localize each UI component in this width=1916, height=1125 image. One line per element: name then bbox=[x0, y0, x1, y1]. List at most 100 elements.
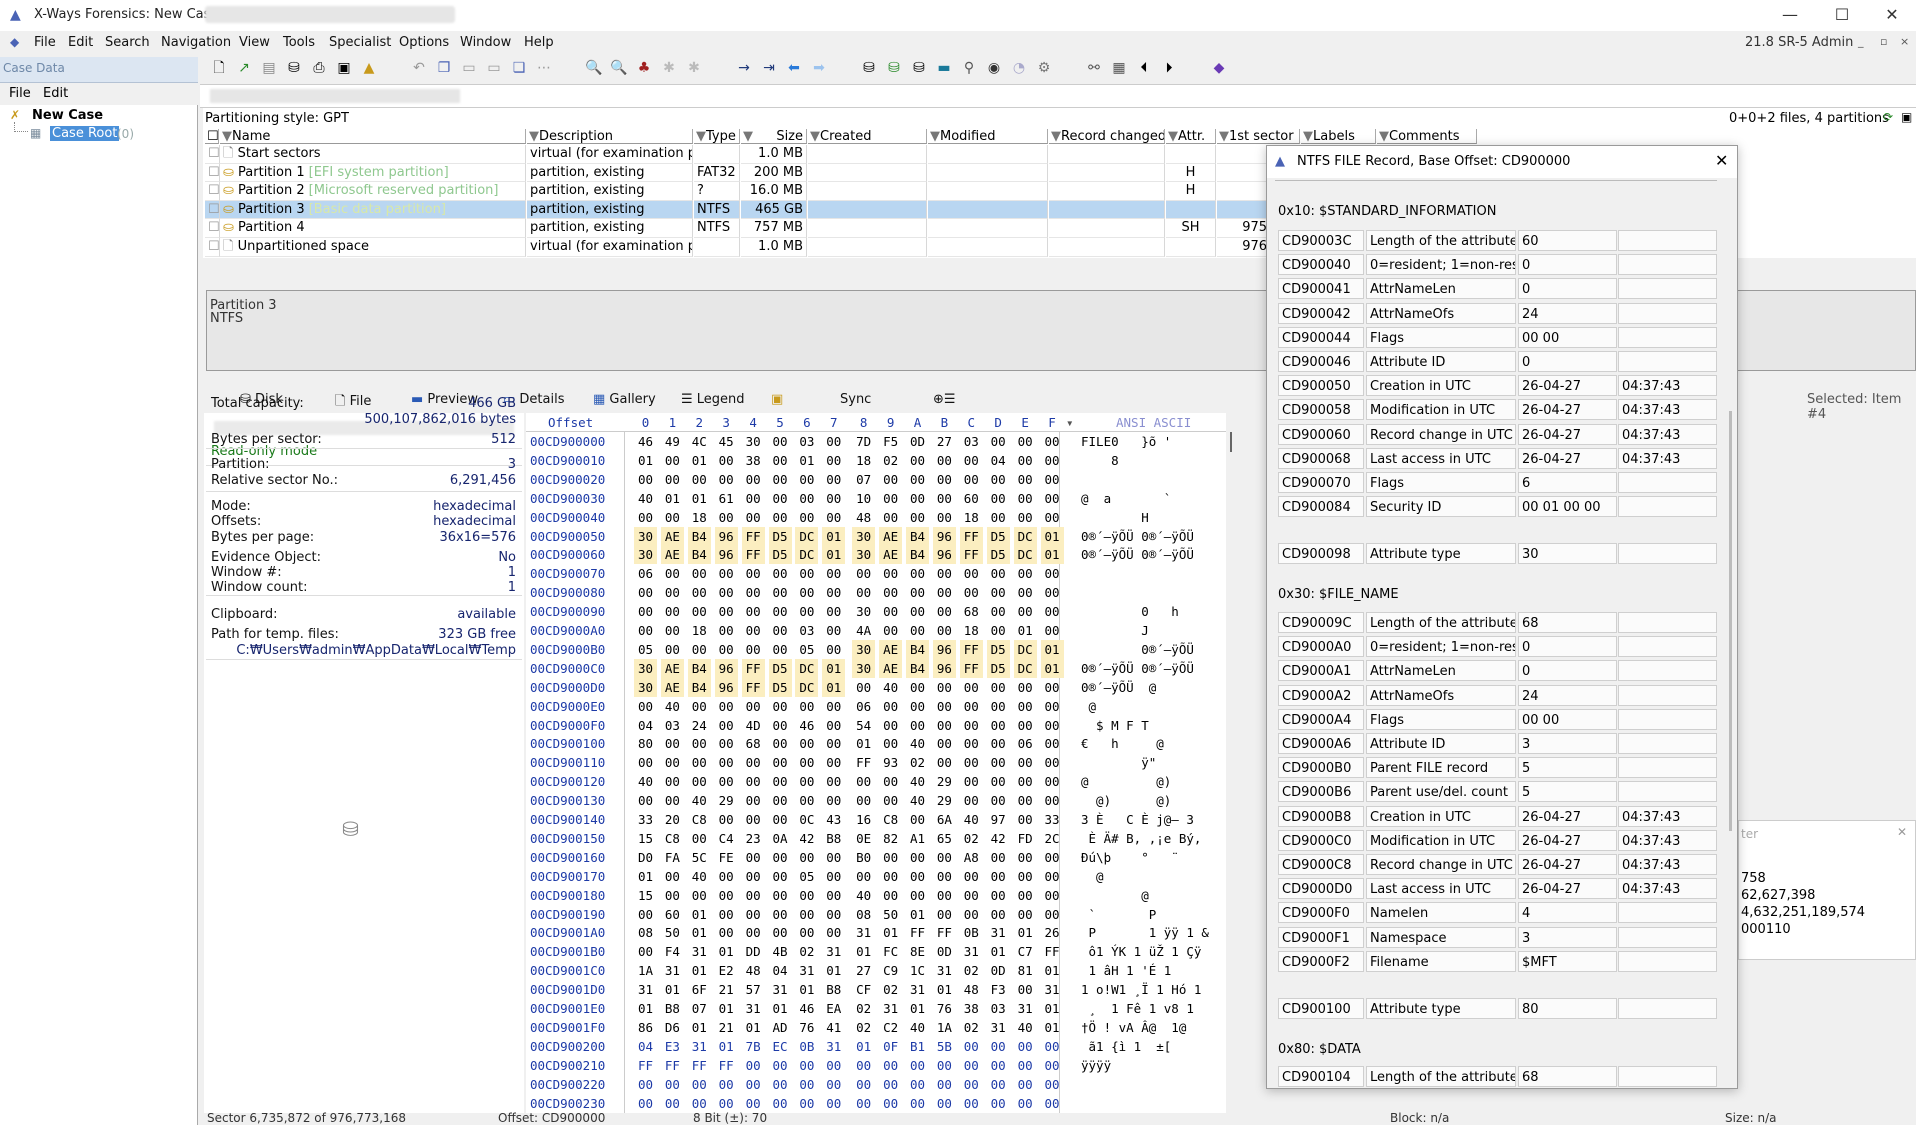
behind-panel-close-icon[interactable]: ✕ bbox=[1897, 825, 1907, 839]
hex-byte[interactable]: 76 bbox=[795, 1018, 818, 1037]
hex-byte[interactable]: D5 bbox=[986, 658, 1010, 678]
hex-byte[interactable]: 00 bbox=[1041, 791, 1064, 810]
hex-byte[interactable]: 00 bbox=[634, 602, 657, 621]
hex-byte[interactable]: 00 bbox=[960, 678, 983, 697]
hex-byte[interactable]: 96 bbox=[932, 526, 956, 546]
hex-byte[interactable]: 31 bbox=[987, 1018, 1010, 1037]
hex-byte[interactable]: 48 bbox=[742, 961, 765, 980]
find-text-icon[interactable]: 🔍 bbox=[585, 59, 603, 77]
paste-icon[interactable]: ▭ bbox=[460, 59, 478, 77]
hex-byte[interactable]: DC bbox=[795, 545, 819, 565]
hex-byte[interactable]: 60 bbox=[661, 905, 684, 924]
hex-byte[interactable]: 00 bbox=[879, 1056, 902, 1075]
hex-byte[interactable]: 00 bbox=[769, 489, 792, 508]
hex-byte[interactable]: 00 bbox=[661, 621, 684, 640]
hex-byte[interactable]: 00 bbox=[769, 1094, 792, 1113]
hex-byte[interactable]: 00 bbox=[688, 697, 711, 716]
hex-byte[interactable]: 00 bbox=[742, 905, 765, 924]
hex-byte[interactable]: 40 bbox=[906, 1018, 929, 1037]
hex-byte[interactable]: 00 bbox=[1014, 753, 1037, 772]
hex-byte[interactable]: 01 bbox=[906, 999, 929, 1018]
col-name[interactable]: ▼Name bbox=[220, 129, 526, 144]
hex-byte[interactable]: 01 bbox=[1041, 1018, 1064, 1037]
magnifier-icon[interactable]: ⚲ bbox=[960, 59, 978, 77]
hex-byte[interactable]: 00 bbox=[715, 905, 738, 924]
hex-byte[interactable]: 29 bbox=[933, 772, 956, 791]
hex-byte[interactable]: 00 bbox=[688, 886, 711, 905]
hex-byte[interactable]: 00 bbox=[795, 848, 818, 867]
hex-byte[interactable]: 00 bbox=[960, 905, 983, 924]
hex-byte[interactable]: 00 bbox=[688, 753, 711, 772]
hex-byte[interactable]: FF bbox=[933, 923, 956, 942]
hex-byte[interactable]: AE bbox=[660, 545, 684, 565]
hex-byte[interactable]: 01 bbox=[661, 980, 684, 999]
hex-byte[interactable]: 00 bbox=[987, 470, 1010, 489]
hex-byte[interactable]: 40 bbox=[906, 734, 929, 753]
hex-byte[interactable]: 24 bbox=[688, 716, 711, 735]
hex-byte[interactable]: 00 bbox=[769, 734, 792, 753]
hex-byte[interactable]: 00 bbox=[1014, 432, 1037, 451]
hex-byte[interactable]: 01 bbox=[769, 999, 792, 1018]
hex-byte[interactable]: 42 bbox=[795, 829, 818, 848]
hex-byte[interactable]: DD bbox=[742, 942, 765, 961]
hex-byte[interactable]: 00 bbox=[960, 867, 983, 886]
hex-byte[interactable]: 82 bbox=[879, 829, 902, 848]
hex-byte[interactable]: 31 bbox=[688, 942, 711, 961]
hex-byte[interactable]: 00 bbox=[906, 848, 929, 867]
hex-byte[interactable]: 00 bbox=[634, 753, 657, 772]
hex-byte[interactable]: 01 bbox=[715, 999, 738, 1018]
hex-byte[interactable]: 00 bbox=[879, 772, 902, 791]
hex-byte[interactable]: 00 bbox=[987, 1056, 1010, 1075]
hex-byte[interactable]: 27 bbox=[933, 432, 956, 451]
hex-byte[interactable]: 00 bbox=[987, 867, 1010, 886]
hex-byte[interactable]: FF bbox=[741, 545, 765, 565]
hex-byte[interactable]: D5 bbox=[986, 545, 1010, 565]
hex-byte[interactable]: 00 bbox=[933, 470, 956, 489]
hex-byte[interactable]: 4D bbox=[742, 716, 765, 735]
hex-byte[interactable]: 00 bbox=[769, 848, 792, 867]
hex-byte[interactable]: FF bbox=[634, 1056, 657, 1075]
hex-byte[interactable]: B4 bbox=[687, 677, 711, 697]
hex-byte[interactable]: 00 bbox=[822, 772, 845, 791]
hex-byte[interactable]: 01 bbox=[634, 451, 657, 470]
hex-byte[interactable]: 30 bbox=[634, 545, 657, 565]
hex-byte[interactable]: 00 bbox=[933, 583, 956, 602]
hex-byte[interactable]: 00 bbox=[715, 508, 738, 527]
hex-byte[interactable]: E3 bbox=[661, 1037, 684, 1056]
hex-byte[interactable]: 00 bbox=[634, 791, 657, 810]
menu-specialist[interactable]: Specialist bbox=[329, 35, 391, 50]
hex-byte[interactable]: 00 bbox=[987, 1075, 1010, 1094]
hex-byte[interactable]: 00 bbox=[769, 886, 792, 905]
hex-byte[interactable]: 48 bbox=[960, 980, 983, 999]
book-icon[interactable]: ◆ bbox=[1210, 59, 1228, 77]
hex-byte[interactable]: 00 bbox=[661, 753, 684, 772]
hex-byte[interactable]: 16 bbox=[852, 810, 875, 829]
hex-byte[interactable]: B0 bbox=[852, 848, 875, 867]
hex-byte[interactable]: DC bbox=[795, 658, 819, 678]
hex-byte[interactable]: 07 bbox=[852, 470, 875, 489]
hex-byte[interactable]: 00 bbox=[795, 508, 818, 527]
hex-byte[interactable]: 00 bbox=[822, 791, 845, 810]
hex-byte[interactable]: 00 bbox=[715, 867, 738, 886]
hex-byte[interactable]: 31 bbox=[769, 980, 792, 999]
col-modified[interactable]: ▼Modified bbox=[928, 129, 1048, 144]
hex-byte[interactable]: 0B bbox=[795, 1037, 818, 1056]
hex-byte[interactable]: 00 bbox=[1014, 602, 1037, 621]
hex-byte[interactable]: 40 bbox=[634, 489, 657, 508]
hex-byte[interactable]: 15 bbox=[634, 829, 657, 848]
mdi-restore-icon[interactable]: ▫ bbox=[1880, 35, 1887, 48]
hex-byte[interactable]: 2C bbox=[1041, 829, 1064, 848]
hex-byte[interactable]: 00 bbox=[742, 867, 765, 886]
hex-byte[interactable]: 00 bbox=[987, 1037, 1010, 1056]
hex-byte[interactable]: C8 bbox=[688, 810, 711, 829]
hex-byte[interactable]: 46 bbox=[795, 999, 818, 1018]
hex-byte[interactable]: 01 bbox=[795, 980, 818, 999]
hex-byte[interactable]: 42 bbox=[987, 829, 1010, 848]
menu-search[interactable]: Search bbox=[105, 35, 150, 50]
hex-byte[interactable]: 00 bbox=[822, 905, 845, 924]
hex-byte[interactable]: AE bbox=[879, 658, 903, 678]
hex-byte[interactable]: 00 bbox=[987, 772, 1010, 791]
hex-byte[interactable]: 00 bbox=[1041, 716, 1064, 735]
hex-byte[interactable]: 00 bbox=[933, 1056, 956, 1075]
hex-byte[interactable]: 00 bbox=[661, 867, 684, 886]
